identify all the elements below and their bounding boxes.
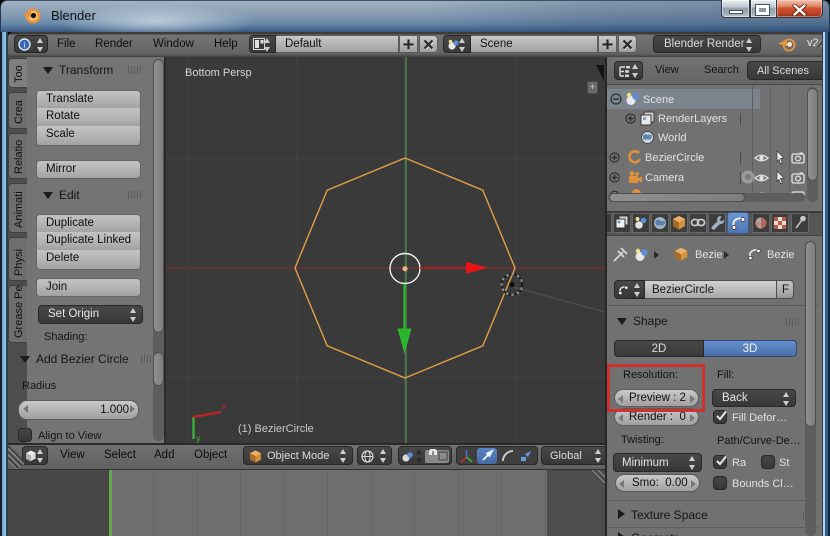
svg-text:x: x xyxy=(222,401,227,411)
svg-text:y: y xyxy=(196,433,201,443)
